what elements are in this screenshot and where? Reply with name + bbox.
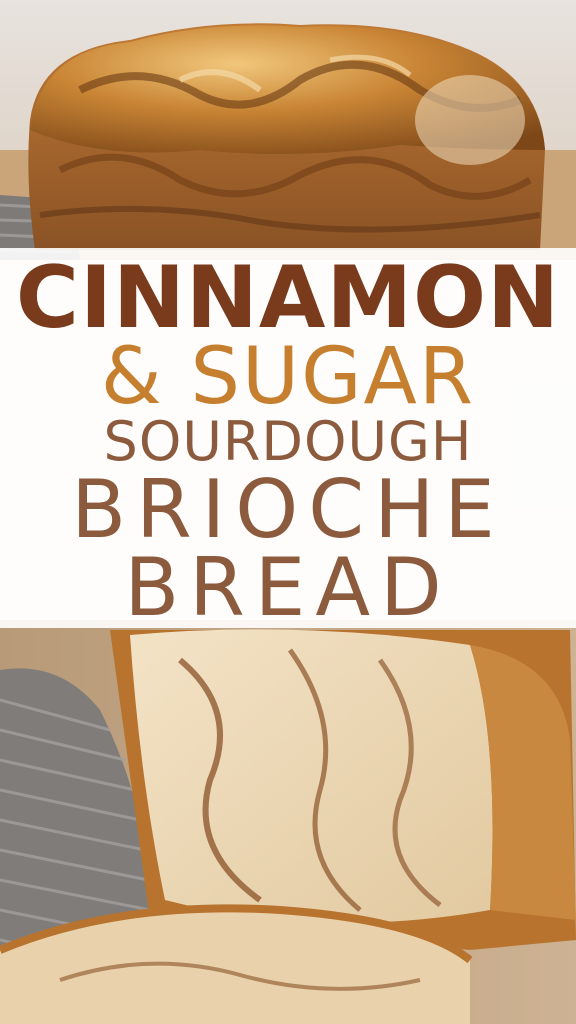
title-line-sourdough: SOURDOUGH xyxy=(103,410,473,473)
title-line-cinnamon: CINNAMON xyxy=(15,248,561,348)
sliced-loaf-photo xyxy=(0,620,576,1024)
title-line-and-sugar: & SUGAR xyxy=(100,332,476,422)
sliced-loaf-image xyxy=(0,620,576,1024)
title-line-bread: BREAD xyxy=(124,541,452,634)
title-line-brioche: BRIOCHE xyxy=(71,463,505,556)
top-loaf-photo xyxy=(0,0,576,260)
whole-loaf-image xyxy=(0,0,576,260)
